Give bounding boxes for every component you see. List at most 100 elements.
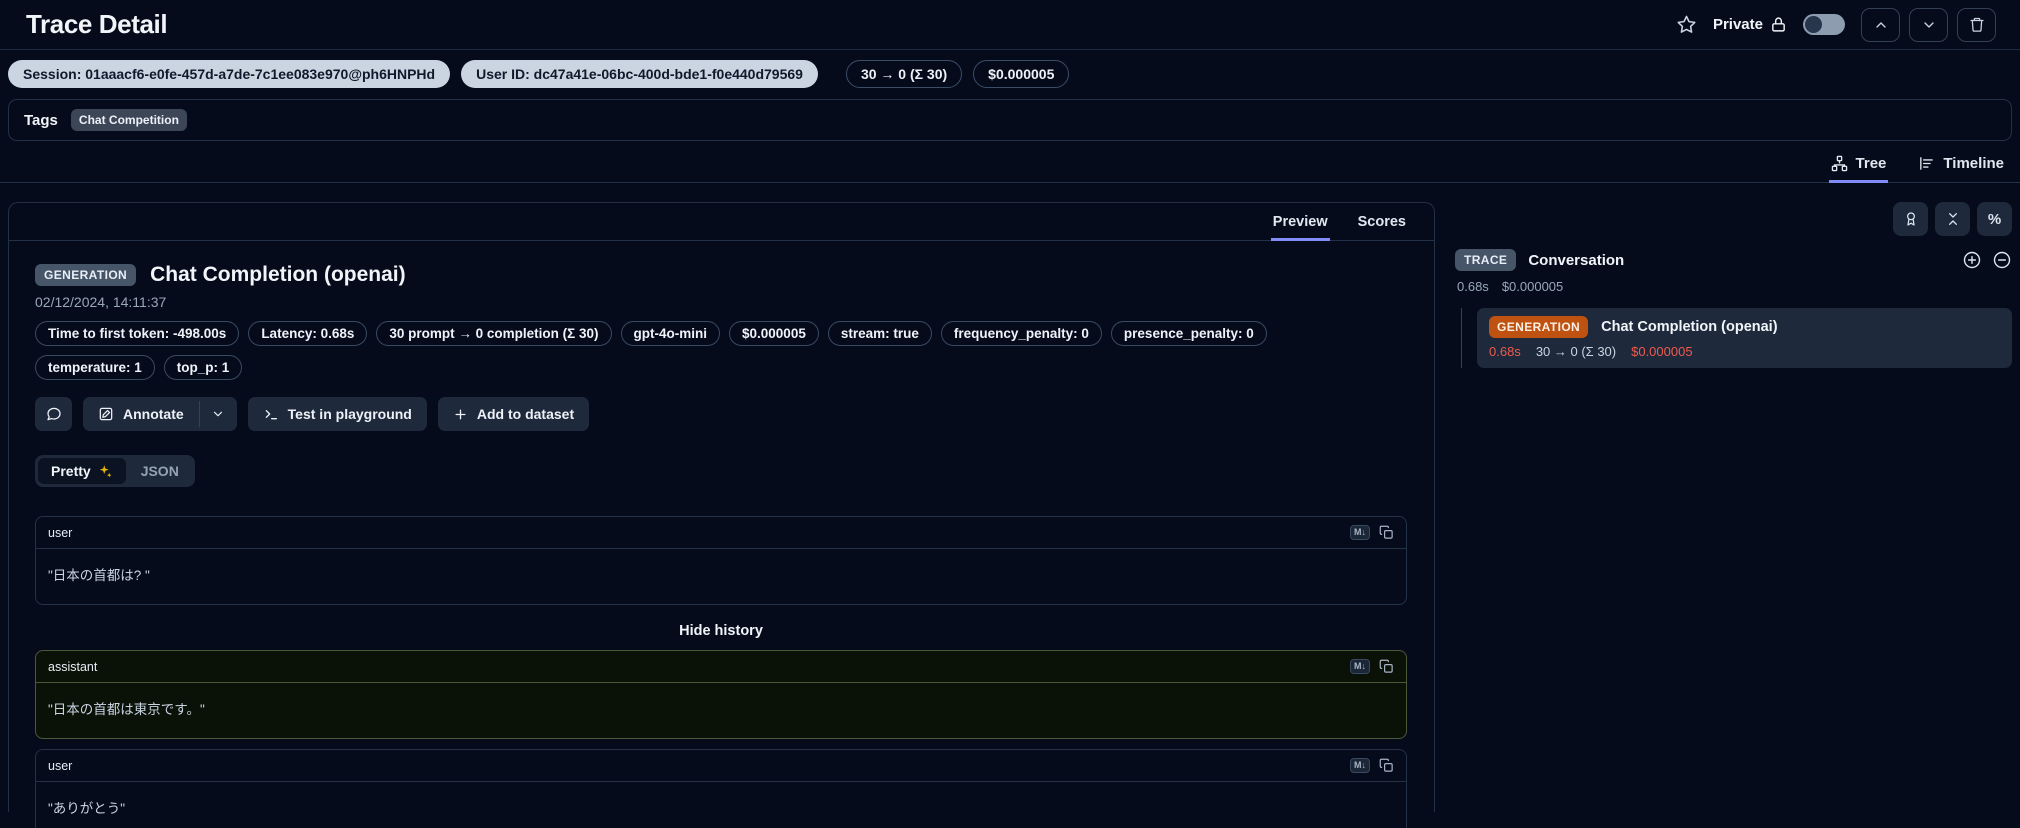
format-pretty-label: Pretty: [51, 463, 91, 479]
tab-timeline-label: Timeline: [1943, 155, 2004, 172]
generation-item-metrics: 0.68s 30 → 0 (Σ 30) $0.000005: [1489, 344, 2000, 359]
privacy-status: Private: [1713, 16, 1787, 33]
message-assistant: assistant M↓ "日本の首都は東京です。": [35, 650, 1407, 739]
annotate-button[interactable]: Annotate: [83, 397, 199, 431]
generation-badge: GENERATION: [1489, 316, 1589, 338]
message-header: assistant M↓: [36, 651, 1406, 683]
tab-tree-label: Tree: [1855, 155, 1887, 172]
generation-cost: $0.000005: [1631, 344, 1693, 359]
expand-all-icon[interactable]: [1962, 250, 1982, 270]
stat-badge: gpt-4o-mini: [620, 321, 721, 346]
annotate-dropdown-button[interactable]: [199, 397, 237, 431]
page-title: Trace Detail: [26, 9, 168, 39]
generation-latency: 0.68s: [1489, 344, 1521, 359]
generation-tokens: 30 → 0 (Σ 30): [1535, 344, 1617, 359]
delete-trace-button[interactable]: [1957, 7, 1996, 42]
prev-trace-button[interactable]: [1861, 7, 1900, 42]
stat-badge: 30 prompt → 0 completion (Σ 30): [376, 321, 612, 346]
session-badge[interactable]: Session: 01aaacf6-e0fe-457d-a7de-7c1ee08…: [8, 60, 451, 88]
annotate-split-button: Annotate: [83, 397, 237, 431]
test-in-playground-button[interactable]: Test in playground: [247, 397, 427, 431]
tab-scores[interactable]: Scores: [1356, 203, 1408, 241]
tags-label: Tags: [24, 111, 58, 129]
format-pretty-segment[interactable]: Pretty: [38, 458, 126, 484]
trace-nav-buttons: [1861, 7, 1996, 42]
observation-body: GENERATION Chat Completion (openai) 02/1…: [9, 241, 1434, 828]
tab-tree[interactable]: Tree: [1828, 149, 1889, 183]
message-role: user: [48, 525, 73, 540]
copy-icon[interactable]: [1379, 525, 1394, 540]
observation-title: Chat Completion (openai): [150, 263, 406, 286]
generation-item-title-row: GENERATION Chat Completion (openai): [1489, 316, 2000, 338]
sparkles-icon: [98, 464, 113, 479]
add-to-dataset-button[interactable]: Add to dataset: [437, 397, 590, 431]
metrics-toggle-button[interactable]: %: [1977, 202, 2012, 236]
next-trace-button[interactable]: [1909, 7, 1948, 42]
user-id-badge[interactable]: User ID: dc47a41e-06bc-400d-bde1-f0e440d…: [461, 60, 818, 88]
panel-tabs: Preview Scores: [9, 203, 1434, 241]
tag-chip[interactable]: Chat Competition: [70, 109, 187, 131]
hide-history-toggle[interactable]: Hide history: [35, 623, 1407, 639]
copy-icon[interactable]: [1379, 659, 1394, 674]
markdown-toggle-icon[interactable]: M↓: [1350, 659, 1370, 674]
toggle-knob: [1805, 16, 1822, 33]
markdown-toggle-icon[interactable]: M↓: [1350, 758, 1370, 773]
trace-metrics: 0.68s $0.000005: [1455, 279, 2012, 294]
generation-tree-item[interactable]: GENERATION Chat Completion (openai) 0.68…: [1477, 308, 2012, 368]
observation-title-row: GENERATION Chat Completion (openai): [35, 263, 1408, 287]
collapse-icon: [1945, 211, 1961, 227]
stat-badge: presence_penalty: 0: [1110, 321, 1267, 346]
generation-name: Chat Completion (openai): [1601, 319, 1778, 335]
total-cost-badge: $0.000005: [973, 60, 1070, 88]
comment-button[interactable]: [35, 397, 72, 431]
markdown-toggle-icon[interactable]: M↓: [1350, 525, 1370, 540]
privacy-label: Private: [1712, 16, 1763, 33]
message-header: user M↓: [36, 517, 1406, 549]
stat-badge: Time to first token: -498.00s: [35, 321, 240, 346]
message-header-icons: M↓: [1350, 525, 1394, 540]
edit-icon: [98, 406, 114, 422]
message-user-1: user M↓ "日本の首都は? ": [35, 516, 1407, 605]
page-header: Trace Detail Private: [0, 0, 2020, 50]
star-icon[interactable]: [1676, 14, 1697, 35]
message-content: "ありがとう": [48, 801, 126, 816]
plus-icon: [453, 407, 468, 422]
terminal-icon: [263, 406, 279, 422]
generation-type-badge: GENERATION: [35, 264, 137, 286]
tree-controls: %: [1455, 202, 2012, 236]
message-content: "日本の首都は東京です。": [48, 702, 205, 717]
trace-latency: 0.68s: [1457, 279, 1489, 294]
stat-badge: frequency_penalty: 0: [940, 321, 1102, 346]
main-content: Preview Scores GENERATION Chat Completio…: [0, 202, 2020, 828]
message-user-2: user M↓ "ありがとう": [35, 749, 1407, 828]
observation-actions: Annotate Test in playground Add to datas…: [35, 397, 1408, 431]
format-json-segment[interactable]: JSON: [128, 458, 192, 484]
scores-toggle-button[interactable]: [1893, 202, 1928, 236]
format-json-label: JSON: [140, 463, 179, 479]
lock-icon: [1770, 16, 1787, 33]
copy-icon[interactable]: [1379, 758, 1394, 773]
tags-container: Tags Chat Competition: [8, 99, 2012, 141]
message-header-icons: M↓: [1350, 659, 1394, 674]
stat-badge: $0.000005: [729, 321, 819, 346]
message-list: user M↓ "日本の首都は? " Hide history assistan…: [35, 516, 1407, 828]
trace-root-row[interactable]: TRACE Conversation: [1455, 249, 2012, 271]
tree-expand-buttons: [1962, 250, 2012, 270]
public-toggle[interactable]: [1803, 14, 1845, 35]
stat-badge: temperature: 1: [35, 355, 155, 380]
observation-stat-badges: Time to first token: -498.00s Latency: 0…: [35, 321, 1335, 380]
tab-timeline[interactable]: Timeline: [1916, 149, 2006, 183]
collapse-all-button[interactable]: [1935, 202, 1970, 236]
tree-item-row: GENERATION Chat Completion (openai) 0.68…: [1455, 308, 2012, 368]
trace-cost: $0.000005: [1501, 279, 1564, 294]
tab-preview[interactable]: Preview: [1270, 203, 1330, 241]
message-header: user M↓: [36, 750, 1406, 782]
tree-icon: [1831, 155, 1848, 172]
token-usage-badge: 30 → 0 (Σ 30): [845, 60, 963, 88]
annotate-label: Annotate: [123, 406, 184, 422]
award-icon: [1903, 211, 1919, 227]
collapse-all-icon[interactable]: [1992, 250, 2012, 270]
observation-timestamp: 02/12/2024, 14:11:37: [35, 294, 167, 310]
view-tabs: Tree Timeline: [0, 149, 2020, 183]
format-toggle: Pretty JSON: [35, 455, 195, 487]
